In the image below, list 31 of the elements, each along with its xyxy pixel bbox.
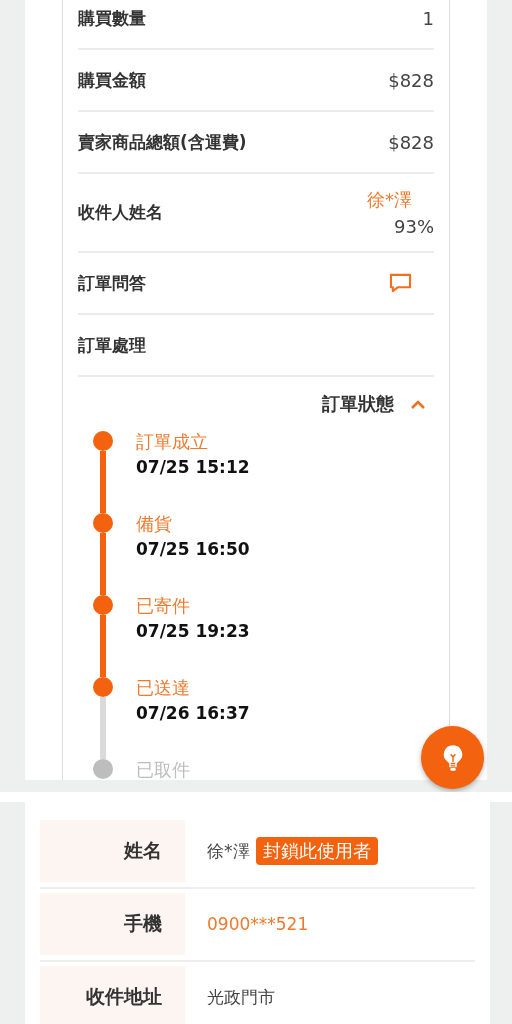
step-time: 07/25 19:23: [136, 621, 250, 641]
row-label: 收件人姓名: [78, 201, 163, 224]
step-label: 已寄件: [136, 595, 191, 617]
step-label: 備貨: [136, 513, 173, 535]
recipient-name: 徐*澤: [367, 188, 412, 212]
row-label: 購買金額: [78, 68, 146, 92]
row-label: 賣家商品總額(含運費): [78, 130, 247, 154]
row-value: $828: [388, 131, 434, 153]
step-time: 07/25 15:12: [136, 457, 250, 477]
row-value: 1: [422, 7, 434, 29]
field-value: 光政門市: [207, 985, 275, 1009]
recipient-name: 徐*澤: [207, 839, 250, 863]
step-label: 已送達: [136, 677, 191, 699]
phone-link[interactable]: 0900***521: [207, 914, 309, 934]
step-label: 已取件: [136, 759, 190, 781]
chevron-up-icon[interactable]: [410, 399, 426, 409]
lightbulb-icon: [441, 743, 464, 772]
match-percent: 93%: [394, 216, 434, 237]
chat-bubble-icon[interactable]: [389, 272, 412, 294]
row-label: 訂單問答: [78, 271, 146, 295]
step-label: 訂單成立: [136, 431, 209, 453]
field-label: 姓名: [40, 820, 185, 882]
field-label: 收件地址: [40, 966, 185, 1024]
status-title: 訂單狀態: [322, 392, 394, 416]
row-value: $828: [388, 69, 434, 91]
block-user-button[interactable]: 封鎖此使用者: [255, 837, 378, 865]
step-time: 07/26 16:37: [136, 703, 250, 723]
row-label: 購買數量: [78, 6, 146, 30]
field-label: 手機: [40, 893, 185, 955]
row-label: 訂單處理: [78, 333, 146, 357]
step-time: 07/25 16:50: [136, 539, 250, 559]
